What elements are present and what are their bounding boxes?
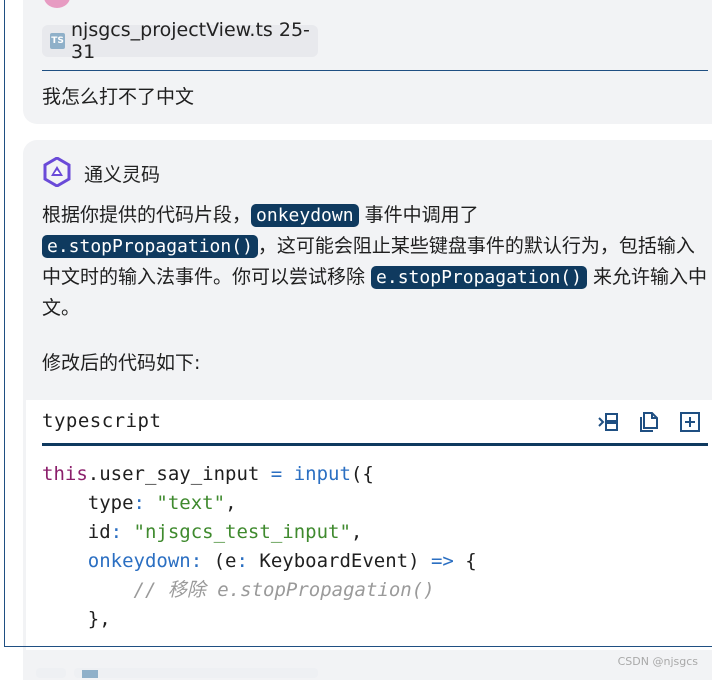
code-token: // 移除 e.stopPropagation() (42, 579, 435, 601)
text-segment: 根据你提供的代码片段， (42, 204, 252, 226)
input-area-divider (4, 646, 712, 647)
assistant-name: 通义灵码 (84, 164, 161, 186)
inline-code: e.stopPropagation() (371, 266, 587, 289)
code-token: (e (202, 550, 237, 572)
code-token: "text" (156, 492, 226, 514)
code-token: type (42, 492, 134, 514)
typescript-file-icon: TS (50, 33, 66, 49)
partial-file-chip (74, 668, 318, 678)
code-token: .user_say_input (87, 463, 271, 485)
code-token: ({ (350, 463, 374, 485)
code-token: : (236, 550, 248, 572)
code-token: , (350, 521, 363, 543)
code-token: input (293, 463, 351, 485)
code-token: "njsgcs_test_input" (133, 521, 351, 543)
assistant-paragraph: 根据你提供的代码片段， onkeydown 事件中调用了 e.stopPropaga… (42, 200, 710, 324)
divider (42, 70, 708, 71)
inline-code: onkeydown (251, 204, 359, 227)
new-file-icon[interactable] (679, 411, 701, 433)
assistant-paragraph-2: 修改后的代码如下: (42, 352, 201, 374)
code-token: , (225, 492, 237, 514)
tongyi-logo-icon (43, 157, 71, 187)
text-segment: 事件中调用了 (358, 204, 479, 226)
file-reference-label: njsgcs_projectView.ts 25-31 (71, 19, 310, 63)
inline-code: e.stopPropagation() (42, 235, 258, 258)
partial-chip (36, 668, 66, 678)
code-token: = (270, 463, 283, 485)
code-token: this (42, 463, 88, 485)
code-language-label: typescript (42, 410, 162, 432)
code-token: : (133, 492, 145, 514)
user-message-text: 我怎么打不了中文 (42, 86, 195, 108)
code-header-divider (42, 443, 708, 446)
code-token: id (42, 521, 111, 543)
code-token: => (430, 550, 454, 572)
code-token: onkeydown: (42, 550, 203, 572)
file-reference-chip[interactable]: TS njsgcs_projectView.ts 25-31 (42, 19, 318, 63)
code-token: }, (42, 608, 111, 630)
code-token: : (110, 521, 123, 543)
copy-icon[interactable] (638, 411, 660, 433)
code-token: KeyboardEvent) (247, 550, 431, 572)
watermark: CSDN @njsgcs (617, 655, 698, 668)
code-toolbar (597, 411, 701, 433)
code-content: this.user_say_input = input({ type: "tex… (42, 460, 477, 634)
code-token: { (453, 550, 477, 572)
left-border-line (4, 0, 5, 647)
insert-icon[interactable] (597, 411, 619, 433)
